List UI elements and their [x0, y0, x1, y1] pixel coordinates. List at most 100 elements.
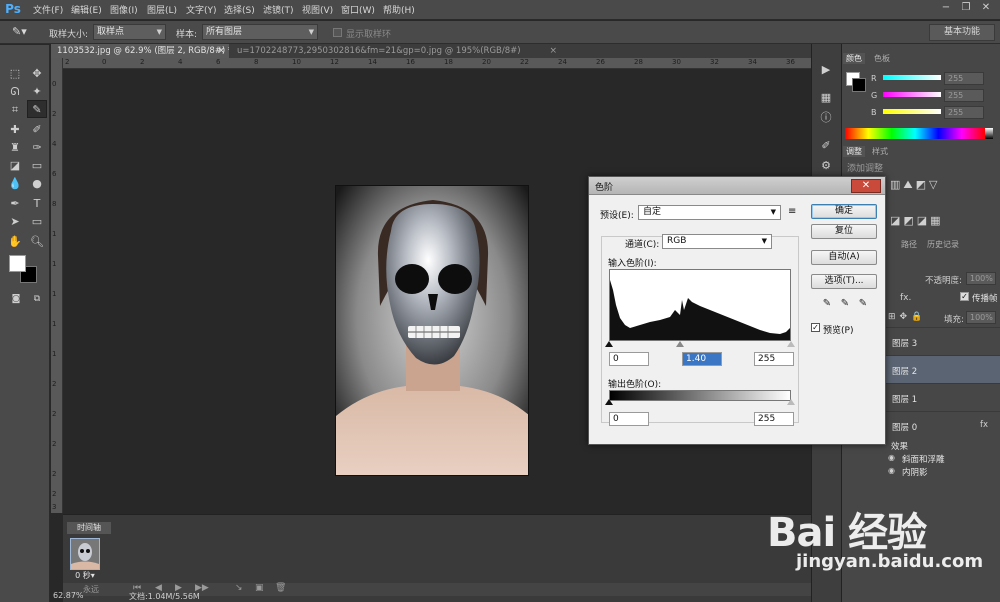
- restore-icon[interactable]: ❐: [957, 1, 975, 15]
- auto-button[interactable]: 自动(A): [811, 250, 877, 265]
- sample-size-select[interactable]: 取样点 ▼: [93, 24, 166, 40]
- eye-icon[interactable]: ◉: [888, 466, 895, 475]
- dialog-title-bar[interactable]: 色阶 ✕: [589, 177, 885, 195]
- layer-row-selected[interactable]: 图层 2: [868, 355, 1000, 383]
- timeline-tab[interactable]: 时间轴: [67, 522, 111, 534]
- menu-window[interactable]: 窗口(W): [341, 3, 375, 16]
- ok-button[interactable]: 确定: [811, 204, 877, 219]
- eraser-tool-icon[interactable]: ◪: [5, 157, 25, 175]
- reset-button[interactable]: 复位: [811, 224, 877, 239]
- history-brush-tool-icon[interactable]: ✑: [27, 139, 47, 157]
- channel-b-slider[interactable]: [883, 109, 941, 114]
- output-black-slider[interactable]: [605, 399, 613, 405]
- clone-stamp-tool-icon[interactable]: ♜: [5, 139, 25, 157]
- screen-mode-icon[interactable]: ⧉: [27, 290, 47, 308]
- channel-r-slider[interactable]: [883, 75, 941, 80]
- brush-panel-icon[interactable]: ✐: [817, 138, 835, 154]
- healing-brush-tool-icon[interactable]: ✚: [5, 121, 25, 139]
- color-spectrum[interactable]: [845, 128, 985, 139]
- tab-styles[interactable]: 样式: [869, 146, 891, 157]
- sample-select[interactable]: 所有图层 ▼: [202, 24, 318, 40]
- type-tool-icon[interactable]: T: [27, 195, 47, 213]
- rectangle-tool-icon[interactable]: ▭: [27, 213, 47, 231]
- histogram-panel-icon[interactable]: ▦: [817, 90, 835, 106]
- tab-color[interactable]: 颜色: [843, 53, 865, 64]
- zoom-tool-icon[interactable]: 🔍︎: [27, 233, 47, 251]
- hand-tool-icon[interactable]: ✋: [5, 233, 25, 251]
- tab-swatches[interactable]: 色板: [871, 53, 893, 64]
- gradient-tool-icon[interactable]: ▭: [27, 157, 47, 175]
- adjustment-icons-row1[interactable]: ▥⛰◩▽: [890, 178, 941, 192]
- effect-item[interactable]: 内阴影: [902, 466, 928, 478]
- gray-point-eyedropper-icon[interactable]: ✎: [840, 298, 850, 310]
- close-icon[interactable]: ✕: [851, 179, 881, 193]
- black-point-eyedropper-icon[interactable]: ✎: [822, 298, 832, 310]
- background-color-swatch[interactable]: [852, 78, 866, 92]
- magic-wand-tool-icon[interactable]: ✦: [27, 83, 47, 101]
- zoom-level[interactable]: 62.87%: [53, 591, 84, 600]
- lock-icons[interactable]: ⊞✥🔒: [888, 312, 926, 322]
- brush-tool-icon[interactable]: ✐: [27, 121, 47, 139]
- effect-item[interactable]: 斜面和浮雕: [902, 453, 945, 465]
- close-icon[interactable]: ×: [217, 44, 225, 58]
- blur-tool-icon[interactable]: 💧: [5, 175, 25, 193]
- input-gamma-slider[interactable]: [676, 341, 684, 347]
- options-button[interactable]: 选项(T)...: [811, 274, 877, 289]
- pen-tool-icon[interactable]: ✒: [5, 195, 25, 213]
- input-white-slider[interactable]: [787, 341, 795, 347]
- layer-row[interactable]: 图层 3: [868, 327, 1000, 355]
- color-grayscale-ramp[interactable]: [985, 128, 993, 139]
- layer-row[interactable]: 图层 0 fx: [868, 411, 1000, 439]
- workspace-button[interactable]: 基本功能: [929, 24, 995, 41]
- menu-filter[interactable]: 滤镜(T): [263, 3, 294, 16]
- output-white-field[interactable]: 255: [754, 412, 794, 426]
- tab-adjustments[interactable]: 调整: [843, 146, 865, 157]
- document-image[interactable]: [335, 185, 529, 476]
- info-panel-icon[interactable]: ⓘ: [817, 110, 835, 126]
- preview-checkbox[interactable]: ✓: [811, 323, 820, 332]
- crop-tool-icon[interactable]: ⌗: [5, 101, 25, 119]
- menu-type[interactable]: 文字(Y): [186, 3, 217, 16]
- output-black-field[interactable]: 0: [609, 412, 649, 426]
- menu-view[interactable]: 视图(V): [302, 3, 333, 16]
- tab-paths[interactable]: 路径: [898, 239, 920, 250]
- channel-g-slider[interactable]: [883, 92, 941, 97]
- input-black-field[interactable]: 0: [609, 352, 649, 366]
- channel-b-value[interactable]: 255: [944, 106, 984, 119]
- propagate-checkbox[interactable]: ✓: [960, 292, 969, 301]
- output-white-slider[interactable]: [787, 399, 795, 405]
- menu-file[interactable]: 文件(F): [33, 3, 63, 16]
- input-gamma-field[interactable]: 1.40: [682, 352, 722, 366]
- quick-mask-icon[interactable]: ◙: [6, 290, 26, 308]
- minimize-icon[interactable]: −: [937, 1, 955, 15]
- preset-options-icon[interactable]: ≡: [788, 206, 796, 217]
- menu-select[interactable]: 选择(S): [224, 3, 255, 16]
- document-tab[interactable]: u=1702248773,2950302816&fm=21&gp=0.jpg @…: [231, 44, 561, 58]
- tab-history[interactable]: 历史记录: [924, 239, 962, 250]
- lasso-tool-icon[interactable]: ᘏ: [5, 83, 25, 101]
- eyedropper-tool-icon[interactable]: ✎▾: [12, 25, 27, 38]
- fill-value[interactable]: 100%: [966, 311, 996, 324]
- timeline-frame[interactable]: [70, 538, 100, 570]
- channel-select[interactable]: RGB ▼: [662, 234, 772, 249]
- play-action-icon[interactable]: ▶: [817, 62, 835, 78]
- foreground-color-swatch-front[interactable]: [9, 255, 26, 272]
- adjustment-icons-row2[interactable]: ◪◩◪▦: [890, 214, 944, 227]
- eye-icon[interactable]: ◉: [888, 453, 895, 462]
- frame-delay[interactable]: 0 秒▾: [70, 570, 100, 580]
- show-ring-checkbox[interactable]: [333, 28, 342, 37]
- menu-image[interactable]: 图像(I): [110, 3, 138, 16]
- channel-r-value[interactable]: 255: [944, 72, 984, 85]
- move-tool-icon[interactable]: ✥: [27, 65, 47, 83]
- close-icon[interactable]: ✕: [977, 1, 995, 15]
- channel-g-value[interactable]: 255: [944, 89, 984, 102]
- dodge-tool-icon[interactable]: ●: [27, 175, 47, 193]
- fx-icon[interactable]: fx.: [900, 293, 911, 303]
- layer-row[interactable]: 图层 1: [868, 383, 1000, 411]
- clone-source-panel-icon[interactable]: ⚙: [817, 158, 835, 174]
- opacity-value[interactable]: 100%: [966, 272, 996, 285]
- menu-layer[interactable]: 图层(L): [147, 3, 177, 16]
- menu-edit[interactable]: 编辑(E): [71, 3, 102, 16]
- document-tab-active[interactable]: 1103532.jpg @ 62.9% (图层 2, RGB/8#) * ×: [51, 44, 229, 58]
- preset-select[interactable]: 自定 ▼: [638, 205, 781, 220]
